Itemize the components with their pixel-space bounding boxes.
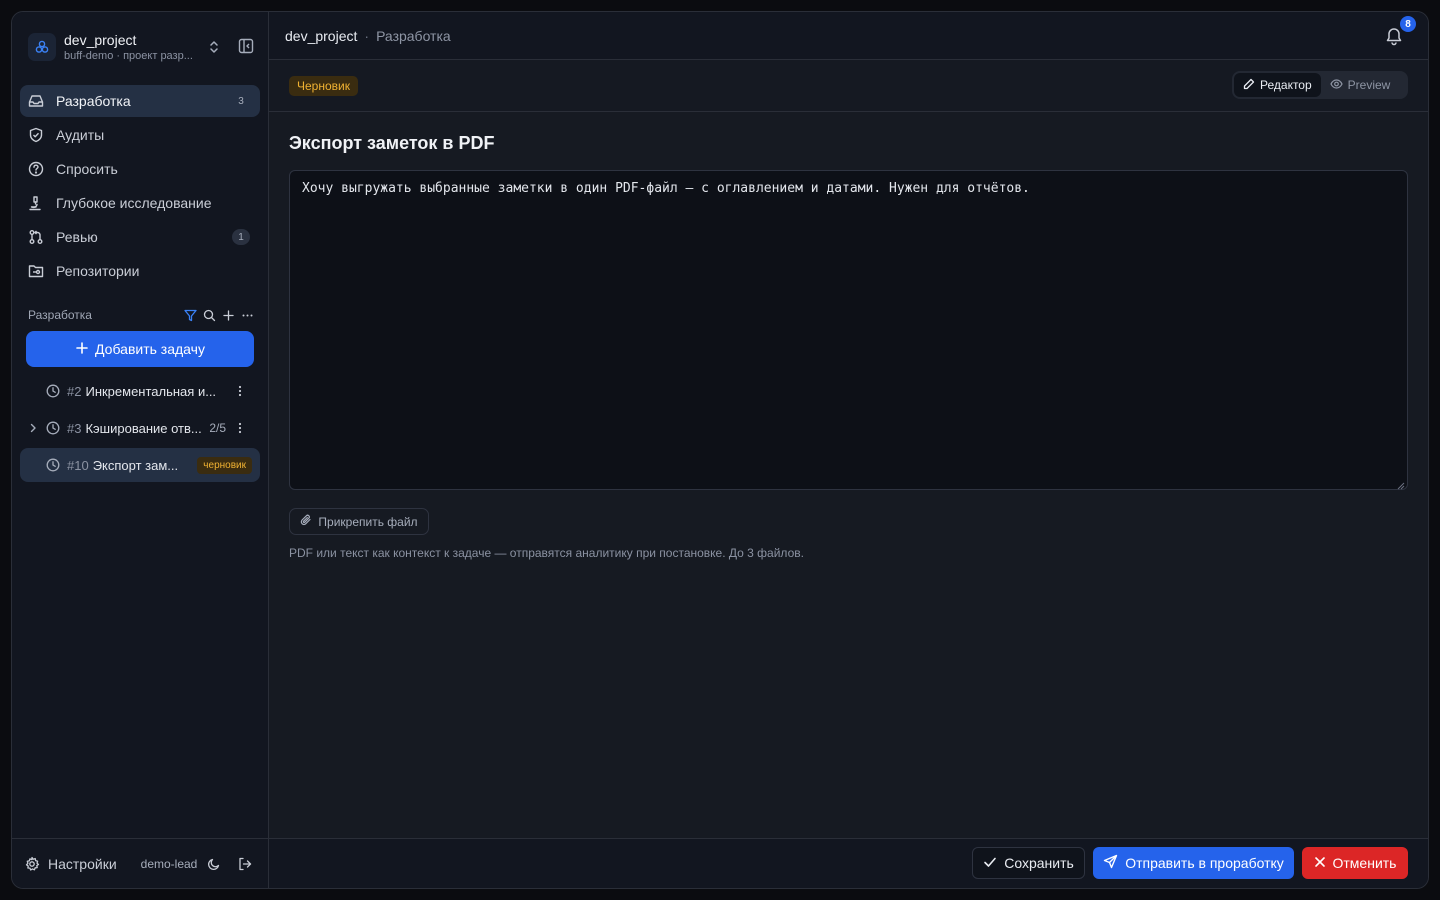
add-task-label: Добавить задачу: [95, 341, 205, 357]
sidebar: dev_project buff-demo · проект разр... Р…: [12, 12, 269, 888]
inbox-icon: [28, 93, 44, 109]
app-window: dev_project buff-demo · проект разр... Р…: [11, 11, 1429, 889]
breadcrumb-project[interactable]: dev_project: [285, 28, 357, 44]
attach-hint: PDF или текст как контекст к задаче — от…: [289, 546, 804, 560]
topbar: dev_project · Разработка 8: [269, 12, 1428, 60]
chevron-right-icon[interactable]: [27, 422, 39, 434]
clock-icon: [46, 458, 60, 472]
check-icon: [983, 855, 997, 872]
attach-file-label: Прикрепить файл: [318, 514, 418, 529]
more-horizontal-icon[interactable]: [241, 309, 254, 322]
section-title: Разработка: [28, 308, 92, 322]
moon-icon[interactable]: [207, 857, 221, 871]
sidebar-footer: Настройки demo-lead: [12, 838, 268, 888]
eye-icon: [1329, 78, 1343, 93]
task-description-text: Хочу выгружать выбранные заметки в один …: [302, 181, 1030, 196]
search-icon[interactable]: [203, 309, 216, 322]
task-item-active[interactable]: #10 Экспорт зам... черновик: [20, 448, 260, 482]
breadcrumb-separator: ·: [364, 27, 370, 44]
project-switcher[interactable]: dev_project buff-demo · проект разр...: [28, 27, 254, 67]
task-toolbar: Черновик Редактор Preview: [269, 60, 1428, 112]
nav-count-badge: 3: [238, 95, 244, 107]
project-subtitle: buff-demo · проект разр...: [64, 50, 193, 62]
action-bar: Сохранить Отправить в проработку Отменит…: [269, 838, 1428, 888]
shield-check-icon: [28, 127, 44, 143]
task-title: Инкрементальная и...: [85, 383, 217, 399]
tasks-section-header: Разработка: [28, 306, 254, 324]
tab-preview[interactable]: Preview: [1321, 73, 1400, 97]
task-title-heading[interactable]: Экспорт заметок в PDF: [289, 132, 1408, 154]
microscope-icon: [28, 195, 44, 211]
current-user: demo-lead: [140, 856, 198, 871]
nav-item-review[interactable]: Ревью 1: [20, 221, 260, 253]
nav-item-audits[interactable]: Аудиты: [20, 119, 260, 151]
chevrons-up-down-icon[interactable]: [206, 39, 222, 55]
task-number: #3: [67, 420, 82, 436]
nav-count-badge: 1: [232, 229, 250, 245]
status-badge: Черновик: [289, 75, 358, 96]
help-circle-icon: [28, 161, 44, 177]
notification-badge: 8: [1400, 16, 1416, 32]
send-icon: [1103, 854, 1118, 872]
nav-label: Спросить: [56, 161, 118, 177]
draft-badge: черновик: [197, 456, 252, 474]
nav-label: Глубокое исследование: [56, 195, 212, 211]
nav-item-development[interactable]: Разработка 3: [20, 85, 260, 117]
task-editor-section: Экспорт заметок в PDF Хочу выгружать выб…: [289, 132, 1408, 560]
nav-item-deep-research[interactable]: Глубокое исследование: [20, 187, 260, 219]
resize-handle-icon[interactable]: [1397, 479, 1405, 490]
cancel-button[interactable]: Отменить: [1302, 847, 1408, 879]
more-vertical-icon[interactable]: [234, 421, 246, 435]
task-number: #2: [67, 383, 82, 399]
nav-label: Ревью: [56, 229, 98, 245]
settings-link[interactable]: Настройки: [48, 856, 117, 872]
task-number: #10: [67, 457, 89, 473]
nav-label: Репозитории: [56, 263, 140, 279]
gear-icon[interactable]: [24, 856, 40, 872]
subtask-count: 2/5: [209, 421, 226, 435]
project-name: dev_project: [64, 32, 137, 48]
tab-editor[interactable]: Редактор: [1234, 73, 1321, 97]
plus-icon: [75, 341, 89, 358]
send-to-refinement-button[interactable]: Отправить в проработку: [1093, 847, 1294, 879]
filter-icon[interactable]: [184, 309, 197, 322]
task-description-textarea[interactable]: Хочу выгружать выбранные заметки в один …: [289, 170, 1408, 490]
clock-icon: [46, 384, 60, 398]
main-nav: Разработка 3 Аудиты Спросить Глубокое ис…: [20, 85, 260, 289]
nav-label: Аудиты: [56, 127, 105, 143]
folder-git-icon: [28, 263, 44, 279]
git-pull-request-icon: [28, 229, 44, 245]
task-list: #2 Инкрементальная и... #3 Кэширование о…: [20, 374, 260, 485]
task-item[interactable]: #3 Кэширование отв... 2/5: [20, 411, 260, 445]
plus-icon[interactable]: [222, 309, 235, 322]
nav-item-repositories[interactable]: Репозитории: [20, 255, 260, 287]
save-label: Сохранить: [1004, 855, 1074, 871]
nav-label: Разработка: [56, 93, 131, 109]
view-mode-switch: Редактор Preview: [1232, 71, 1408, 99]
project-logo-icon: [28, 33, 56, 61]
close-icon: [1314, 855, 1326, 871]
task-title: Экспорт зам...: [92, 457, 179, 473]
task-item[interactable]: #2 Инкрементальная и...: [20, 374, 260, 408]
task-title: Кэширование отв...: [85, 420, 202, 436]
sidebar-collapse-icon[interactable]: [238, 38, 254, 54]
attach-file-button[interactable]: Прикрепить файл: [289, 508, 429, 535]
more-vertical-icon[interactable]: [234, 384, 246, 398]
tab-label: Редактор: [1260, 78, 1312, 92]
paperclip-icon: [300, 514, 312, 529]
breadcrumb-page[interactable]: Разработка: [376, 28, 451, 44]
nav-item-ask[interactable]: Спросить: [20, 153, 260, 185]
tab-label: Preview: [1347, 78, 1391, 92]
main-panel: dev_project · Разработка 8 Черновик Реда…: [269, 12, 1428, 888]
clock-icon: [46, 421, 60, 435]
cancel-label: Отменить: [1332, 855, 1397, 871]
add-task-button[interactable]: Добавить задачу: [26, 331, 254, 367]
logout-icon[interactable]: [237, 856, 253, 872]
pencil-icon: [1243, 78, 1255, 93]
send-label: Отправить в проработку: [1125, 855, 1284, 871]
save-button[interactable]: Сохранить: [972, 847, 1085, 879]
